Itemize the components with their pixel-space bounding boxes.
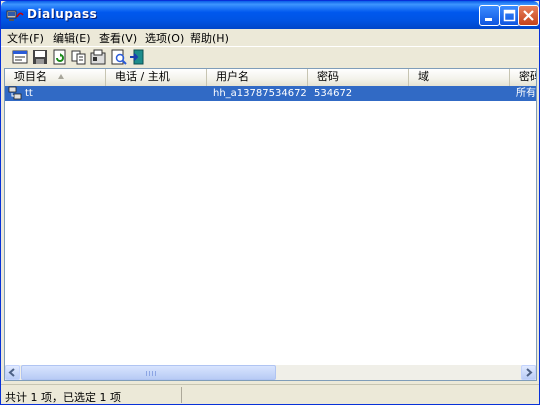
column-item-name[interactable]: 项目名 — [5, 69, 106, 86]
row-domain — [415, 86, 510, 101]
menu-file[interactable]: 文件(F) — [7, 30, 44, 46]
column-password-saved[interactable]: 密码 — [510, 69, 536, 86]
maximize-button[interactable] — [499, 5, 520, 26]
minimize-button[interactable] — [479, 5, 500, 26]
column-username-label: 用户名 — [216, 70, 249, 83]
row-username: hh_a13787534672 — [213, 88, 307, 99]
column-item-name-label: 项目名 — [14, 70, 47, 83]
row-password-saved: 所有 — [516, 88, 536, 99]
scroll-left-button[interactable] — [5, 365, 20, 380]
thumb-grip — [152, 371, 153, 376]
column-password-saved-label: 密码 — [519, 70, 536, 83]
options-icon[interactable] — [90, 49, 106, 65]
column-domain-label: 域 — [418, 70, 429, 83]
copy-icon[interactable] — [71, 49, 87, 65]
row-password: 534672 — [314, 88, 353, 99]
column-password-label: 密码 — [317, 70, 339, 83]
menu-edit[interactable]: 编辑(E) — [53, 30, 91, 46]
connections-list[interactable]: 项目名 电话 / 主机 用户名 密码 域 密码 tt hh_a137875346… — [4, 68, 537, 381]
scroll-thumb[interactable] — [21, 365, 276, 380]
status-divider — [181, 387, 182, 403]
properties-icon[interactable] — [12, 49, 28, 65]
column-username[interactable]: 用户名 — [207, 69, 308, 86]
column-password[interactable]: 密码 — [308, 69, 409, 86]
dialup-connection-icon — [8, 86, 22, 100]
menu-bar: 文件(F) 编辑(E) 查看(V) 选项(O) 帮助(H) — [1, 29, 539, 46]
toolbar — [1, 46, 539, 68]
main-window: Dialupass 文件(F) 编辑(E) 查看(V) 选项(O) 帮助(H) — [0, 0, 540, 405]
row-phone — [115, 86, 205, 101]
horizontal-scrollbar[interactable] — [5, 365, 536, 380]
window-title: Dialupass — [27, 7, 98, 21]
menu-view[interactable]: 查看(V) — [99, 30, 137, 46]
arrow-left-icon — [8, 368, 15, 377]
maximize-icon — [503, 9, 516, 22]
row-name: tt — [25, 88, 33, 99]
close-button[interactable] — [518, 5, 539, 26]
thumb-grip — [155, 371, 156, 376]
scroll-right-button[interactable] — [521, 365, 536, 380]
column-phone-host[interactable]: 电话 / 主机 — [106, 69, 207, 86]
minimize-icon — [485, 18, 492, 21]
dialup-app-icon — [6, 10, 24, 21]
close-icon — [523, 10, 534, 21]
title-bar[interactable]: Dialupass — [1, 1, 539, 29]
find-icon[interactable] — [111, 49, 127, 65]
thumb-grip — [146, 371, 147, 376]
sort-arrow-icon — [58, 74, 64, 79]
save-icon[interactable] — [32, 49, 48, 65]
thumb-grip — [149, 371, 150, 376]
list-header: 项目名 电话 / 主机 用户名 密码 域 密码 — [5, 69, 536, 87]
status-bar: 共计 1 项，已选定 1 项 — [1, 384, 539, 404]
arrow-right-icon — [526, 368, 533, 377]
column-phone-host-label: 电话 / 主机 — [115, 70, 170, 83]
exit-icon[interactable] — [129, 49, 145, 65]
menu-help[interactable]: 帮助(H) — [190, 30, 229, 46]
column-domain[interactable]: 域 — [409, 69, 510, 86]
refresh-icon[interactable] — [52, 49, 68, 65]
table-row[interactable]: tt hh_a13787534672 534672 所有 — [5, 86, 536, 101]
menu-options[interactable]: 选项(O) — [145, 30, 184, 46]
status-text: 共计 1 项，已选定 1 项 — [5, 391, 121, 404]
